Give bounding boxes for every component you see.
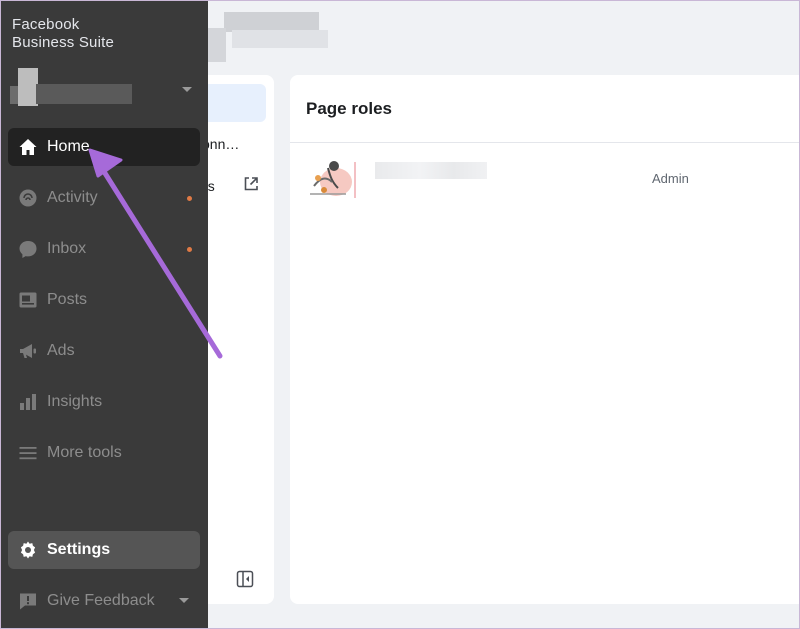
- card-divider: [290, 142, 800, 143]
- avatar-accent-bar: [354, 162, 356, 198]
- sidebar-item-activity[interactable]: Activity: [8, 179, 200, 217]
- sidebar-item-inbox[interactable]: Inbox: [8, 230, 200, 268]
- home-icon: [17, 136, 39, 158]
- role-label: Admin: [652, 171, 689, 186]
- sidebar-item-give-feedback[interactable]: Give Feedback: [8, 582, 200, 620]
- blurred-page-title-2: [232, 30, 328, 48]
- sidebar-item-label: Inbox: [47, 240, 87, 257]
- sidebar-item-label: Give Feedback: [47, 592, 155, 609]
- sidebar-item-label: Posts: [47, 291, 88, 308]
- gear-icon: [17, 539, 39, 561]
- blurred-account-avatar: [18, 68, 38, 106]
- inbox-icon: [17, 238, 39, 260]
- ads-icon: [17, 340, 39, 362]
- sidebar-item-posts[interactable]: Posts: [8, 281, 200, 319]
- blurred-page-title: [224, 12, 319, 32]
- blurred-account-name[interactable]: [36, 84, 132, 104]
- sidebar-item-label: Insights: [47, 393, 103, 410]
- sidebar-item-home[interactable]: Home: [8, 128, 200, 166]
- menu-icon: [17, 442, 39, 464]
- notification-dot: [187, 247, 192, 252]
- brand-line-2: Business Suite: [12, 34, 115, 51]
- external-link-icon[interactable]: [243, 176, 259, 192]
- posts-icon: [17, 289, 39, 311]
- sidebar-item-ads[interactable]: Ads: [8, 332, 200, 370]
- sidebar-item-label: Ads: [47, 342, 75, 359]
- page-roles-card: [290, 75, 800, 604]
- sidebar-item-label: Settings: [47, 541, 111, 558]
- blurred-user-name: [375, 162, 487, 179]
- sidebar-item-settings[interactable]: Settings: [8, 531, 200, 569]
- sidebar-item-more-tools[interactable]: More tools: [8, 434, 200, 472]
- brand-line-1: Facebook: [12, 16, 80, 33]
- chevron-down-icon[interactable]: [178, 597, 190, 605]
- sidebar-item-label: More tools: [47, 444, 122, 461]
- user-avatar: [310, 161, 352, 196]
- settings-menu-selected-item[interactable]: [200, 84, 266, 122]
- activity-icon: [17, 187, 39, 209]
- sidebar-item-insights[interactable]: Insights: [8, 383, 200, 421]
- sidebar-item-label: Home: [47, 138, 90, 155]
- brand-logo: Facebook Business Suite: [12, 16, 114, 52]
- page-roles-title: Page roles: [306, 99, 392, 118]
- collapse-panel-icon[interactable]: [236, 570, 254, 588]
- insights-icon: [17, 391, 39, 413]
- feedback-icon: [17, 590, 39, 612]
- chevron-down-icon[interactable]: [181, 86, 193, 94]
- notification-dot: [187, 196, 192, 201]
- sidebar-item-label: Activity: [47, 189, 98, 206]
- sidebar: Facebook Business Suite Home Activity In…: [0, 0, 208, 629]
